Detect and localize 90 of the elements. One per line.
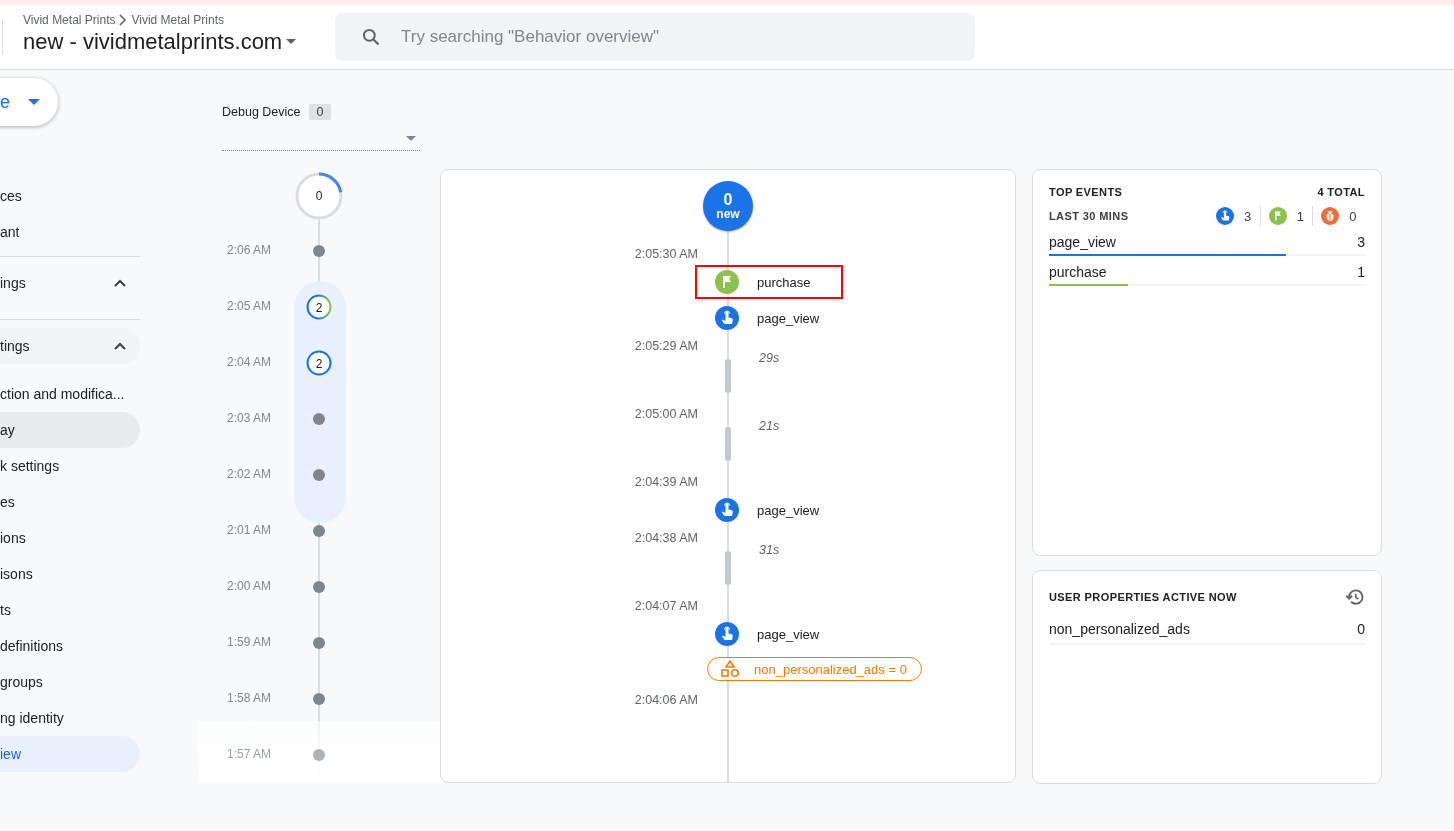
event-timestamp: 2:04:38 AM — [634, 531, 698, 545]
minute-dot[interactable] — [313, 525, 325, 537]
event-timestamp: 2:05:30 AM — [634, 247, 698, 261]
event-timestamp: 2:04:06 AM — [634, 693, 698, 707]
minute-time: 2:01 AM — [226, 523, 271, 537]
event-count: 1 — [1357, 264, 1365, 280]
event-item[interactable]: page_view — [695, 493, 843, 527]
section-label: ings — [0, 275, 26, 291]
minute-dot[interactable] — [313, 693, 325, 705]
minute-dot[interactable] — [313, 581, 325, 593]
nav-item[interactable]: groups — [0, 664, 140, 700]
total-count: 4 TOTAL — [1317, 186, 1365, 198]
flag-icon — [715, 270, 739, 294]
touch-icon — [715, 498, 739, 522]
property-name: non_personalized_ads — [1049, 621, 1190, 637]
nav-item[interactable]: iew — [0, 736, 140, 772]
bug-icon — [1321, 207, 1340, 225]
gap-segment — [725, 359, 731, 393]
minute-count-ring[interactable]: 2 — [306, 350, 332, 376]
period-label: LAST 30 MINS — [1049, 210, 1129, 222]
flag-icon — [1268, 207, 1287, 225]
card-title: USER PROPERTIES ACTIVE NOW — [1049, 591, 1237, 603]
nav-item[interactable]: es — [0, 484, 140, 520]
device-count: 0 — [308, 104, 332, 120]
minute-time: 1:58 AM — [226, 691, 271, 705]
card-title: TOP EVENTS — [1049, 186, 1123, 198]
minute-dot[interactable] — [313, 245, 325, 257]
event-timestamp: 2:04:39 AM — [634, 475, 698, 489]
search-field[interactable]: Try searching "Behavior overview" — [335, 13, 975, 61]
gap-duration: 29s — [759, 351, 780, 365]
nav-item[interactable]: ay — [0, 412, 140, 448]
gap-segment — [725, 551, 731, 585]
search-icon — [361, 27, 381, 47]
caret-icon — [406, 136, 416, 142]
minute-time: 1:57 AM — [226, 747, 271, 761]
event-item[interactable]: purchase — [695, 265, 843, 299]
type-count: 0 — [1349, 208, 1357, 224]
breadcrumb-link[interactable]: Vivid Metal Prints — [23, 13, 116, 27]
create-button[interactable]: e — [0, 78, 58, 126]
property-selector[interactable]: new - vividmetalprints.com — [23, 29, 335, 55]
event-item[interactable]: page_view — [695, 617, 843, 651]
gap-segment — [725, 427, 731, 461]
minute-count-ring[interactable]: 2 — [306, 294, 332, 320]
nav-item[interactable]: ant — [0, 214, 140, 250]
touch-icon — [715, 622, 739, 646]
search-input[interactable]: Try searching "Behavior overview" — [399, 26, 923, 48]
nav-section[interactable]: tings — [0, 328, 140, 364]
nav-item[interactable]: ction and modifica... — [0, 376, 140, 412]
type-count: 1 — [1296, 208, 1305, 224]
gap-duration: 31s — [759, 543, 780, 557]
chevron-icon — [114, 342, 126, 350]
minute-time: 2:03 AM — [226, 411, 271, 425]
event-item[interactable]: page_view — [695, 301, 843, 335]
nav-item[interactable]: ces — [0, 178, 140, 214]
nav-item[interactable]: ions — [0, 520, 140, 556]
event-count: 3 — [1357, 234, 1365, 250]
new-events-bubble[interactable]: 0 new — [703, 181, 753, 231]
chevron-icon — [114, 279, 126, 287]
minute-time: 2:00 AM — [226, 579, 271, 593]
nav-item[interactable]: isons — [0, 556, 140, 592]
minute-time: 2:02 AM — [226, 467, 271, 481]
chevron-right-icon — [118, 14, 129, 26]
touch-icon — [1216, 207, 1235, 225]
minute-time: 1:59 AM — [226, 635, 271, 649]
breadcrumb-link[interactable]: Vivid Metal Prints — [131, 13, 224, 27]
property-value: 0 — [1357, 621, 1365, 637]
event-timestamp: 2:05:29 AM — [634, 339, 698, 353]
caret-icon — [286, 39, 297, 45]
history-icon[interactable] — [1345, 587, 1365, 607]
event-timestamp: 2:05:00 AM — [634, 407, 698, 421]
nav-item[interactable]: ng identity — [0, 700, 140, 736]
event-timestamp: 2:04:07 AM — [634, 599, 698, 613]
minute-time: 2:06 AM — [226, 243, 271, 257]
nav-section[interactable]: ings — [0, 265, 140, 301]
device-label: Debug Device — [222, 105, 301, 119]
minute-time: 2:04 AM — [226, 355, 271, 369]
section-label: tings — [0, 338, 30, 354]
type-count: 3 — [1244, 208, 1252, 224]
nav-item[interactable]: ts — [0, 592, 140, 628]
caret-icon — [28, 98, 40, 106]
shapes-icon — [720, 660, 740, 678]
event-name[interactable]: purchase — [1049, 264, 1107, 280]
minute-time: 2:05 AM — [226, 299, 271, 313]
nav-item[interactable]: k settings — [0, 448, 140, 484]
gap-duration: 21s — [759, 419, 780, 433]
minute-dot[interactable] — [313, 637, 325, 649]
event-name[interactable]: page_view — [1049, 234, 1116, 250]
countdown-counter: 0 — [294, 171, 344, 221]
touch-icon — [715, 306, 739, 330]
nav-item[interactable]: definitions — [0, 628, 140, 664]
